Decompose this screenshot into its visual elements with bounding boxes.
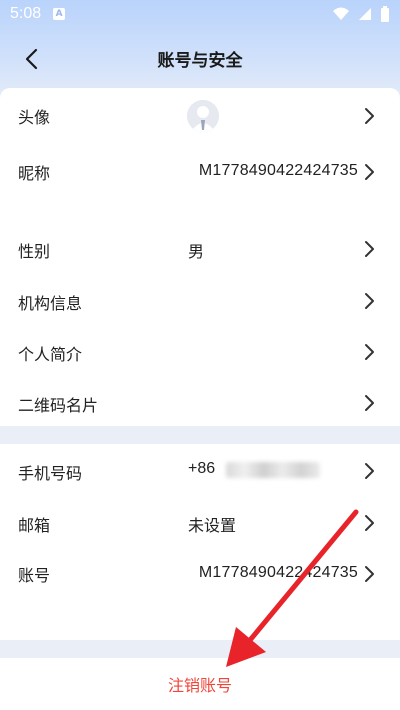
org-info-label: 机构信息 bbox=[18, 296, 83, 313]
chevron-right-icon bbox=[365, 344, 374, 360]
nickname-value: M1778490422424735 bbox=[198, 162, 358, 179]
gender-label: 性别 bbox=[18, 244, 51, 261]
delete-account-button[interactable]: 注销账号 bbox=[0, 672, 400, 696]
status-icons bbox=[332, 6, 390, 22]
bio-row[interactable]: 个人简介 bbox=[0, 324, 400, 376]
gender-value: 男 bbox=[188, 244, 205, 261]
navigation-bar: 账号与安全 bbox=[0, 36, 400, 80]
gender-row[interactable]: 性别 男 bbox=[0, 220, 400, 272]
back-button[interactable] bbox=[14, 42, 48, 76]
account-id-row[interactable]: 账号 M1778490422424735 bbox=[0, 546, 400, 640]
user-avatar-icon bbox=[187, 100, 219, 132]
chevron-right-icon bbox=[365, 515, 374, 531]
avatar-label: 头像 bbox=[18, 110, 51, 127]
email-value: 未设置 bbox=[188, 518, 237, 535]
status-time: 5:08 bbox=[10, 5, 42, 22]
bio-label: 个人简介 bbox=[18, 347, 83, 364]
chevron-right-icon bbox=[365, 463, 374, 479]
profile-section: 头像 昵称 M1778490422424735 性别 男 机构信息 个人简介 二… bbox=[0, 88, 400, 426]
notification-a-icon: A bbox=[53, 8, 66, 20]
email-label: 邮箱 bbox=[18, 518, 51, 535]
chevron-right-icon bbox=[365, 241, 374, 257]
phone-label: 手机号码 bbox=[18, 466, 83, 483]
chevron-right-icon bbox=[365, 164, 374, 180]
signal-icon bbox=[359, 8, 371, 20]
chevron-right-icon bbox=[365, 566, 374, 582]
wifi-icon bbox=[333, 7, 349, 20]
account-id-label: 账号 bbox=[18, 568, 51, 585]
nickname-row[interactable]: 昵称 M1778490422424735 bbox=[0, 144, 400, 220]
logout-section: 注销账号 bbox=[0, 658, 400, 710]
chevron-right-icon bbox=[365, 293, 374, 309]
account-section: 手机号码 +86 邮箱 未设置 账号 M1778490422424735 bbox=[0, 444, 400, 640]
avatar bbox=[187, 100, 219, 132]
phone-number-redacted bbox=[226, 462, 320, 478]
chevron-left-icon bbox=[25, 48, 38, 70]
qrcode-row[interactable]: 二维码名片 bbox=[0, 376, 400, 426]
page-title: 账号与安全 bbox=[157, 50, 243, 70]
chevron-right-icon bbox=[365, 395, 374, 411]
phone-prefix: +86 bbox=[188, 460, 216, 477]
avatar-row[interactable]: 头像 bbox=[0, 88, 400, 144]
notification-a-label: A bbox=[55, 9, 63, 19]
nickname-label: 昵称 bbox=[18, 166, 51, 183]
org-info-row[interactable]: 机构信息 bbox=[0, 272, 400, 324]
chevron-right-icon bbox=[365, 108, 374, 124]
status-bar: 5:08 A bbox=[0, 0, 400, 28]
battery-icon bbox=[381, 6, 389, 22]
account-id-value: M1778490422424735 bbox=[198, 564, 358, 581]
phone-row[interactable]: 手机号码 +86 bbox=[0, 444, 400, 496]
qrcode-label: 二维码名片 bbox=[18, 398, 99, 415]
email-row[interactable]: 邮箱 未设置 bbox=[0, 496, 400, 546]
